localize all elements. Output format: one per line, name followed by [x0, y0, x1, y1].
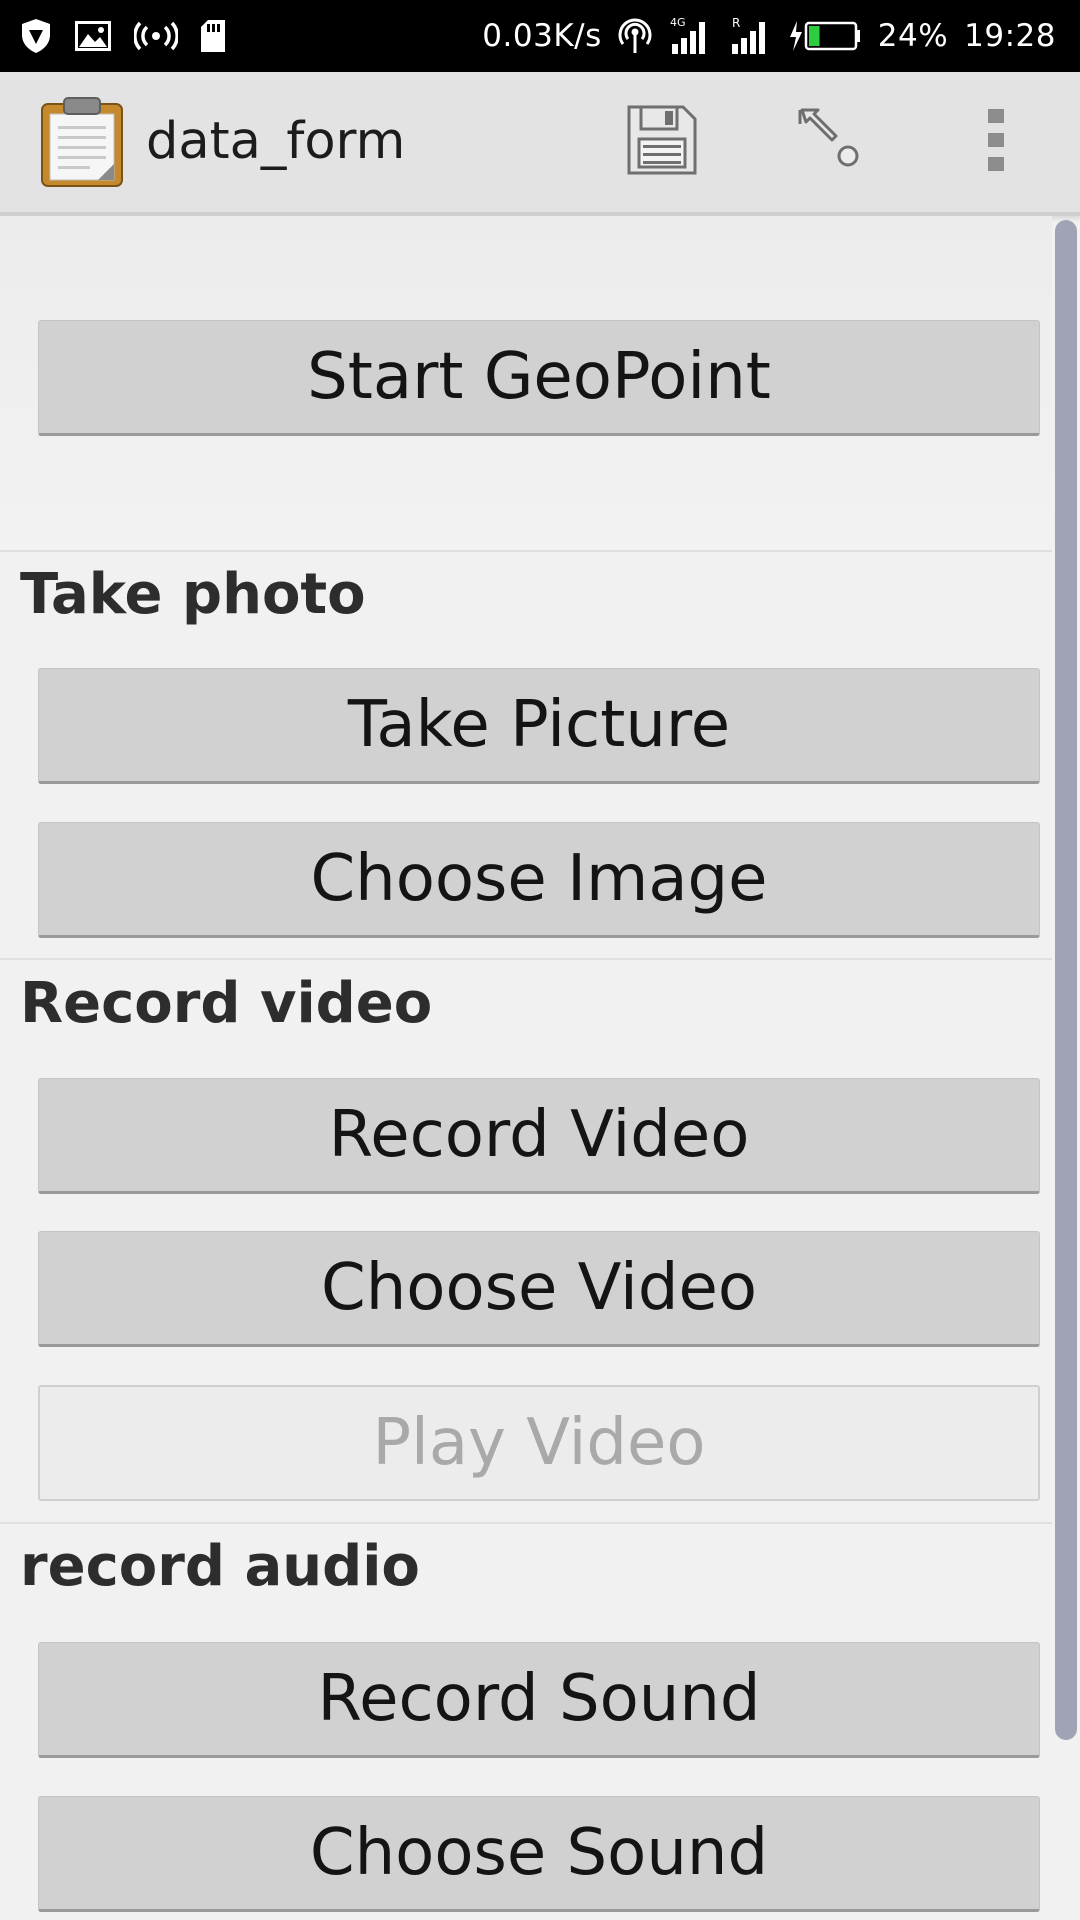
shield-icon [20, 18, 52, 54]
clock: 19:28 [964, 18, 1056, 54]
choose-sound-button[interactable]: Choose Sound [38, 1796, 1040, 1912]
wifi-hotspot-icon [618, 18, 652, 54]
take-photo-label: Take photo [20, 562, 366, 627]
form-content[interactable]: Start GeoPoint Take photo Take Picture C… [0, 216, 1080, 1920]
record-video-button[interactable]: Record Video [38, 1078, 1040, 1194]
sd-card-icon [200, 19, 226, 53]
clipboard-icon [40, 96, 126, 188]
status-bar-notifications [20, 0, 226, 72]
choose-image-button[interactable]: Choose Image [38, 822, 1040, 938]
record-audio-label: record audio [20, 1534, 420, 1599]
status-bar-system: 0.03K/s 4G R 24% 19:28 [482, 0, 1056, 72]
play-video-button[interactable]: Play Video [38, 1385, 1040, 1501]
save-button[interactable] [620, 100, 704, 184]
overflow-menu-icon [984, 107, 1008, 177]
network-type: 4G [670, 16, 686, 29]
record-video-label: Record video [20, 971, 433, 1036]
action-bar: data_form [0, 72, 1080, 216]
save-icon [625, 103, 699, 181]
go-to-prompt-icon [794, 104, 866, 180]
section-divider [0, 550, 1052, 552]
section-divider [0, 1522, 1052, 1524]
scrollbar-thumb[interactable] [1055, 220, 1077, 1740]
record-sound-button[interactable]: Record Sound [38, 1642, 1040, 1758]
start-geopoint-button[interactable]: Start GeoPoint [38, 320, 1040, 436]
signal-roaming-icon: R [728, 16, 772, 56]
choose-video-button[interactable]: Choose Video [38, 1231, 1040, 1347]
page-title: data_form [146, 112, 406, 171]
network-speed: 0.03K/s [482, 18, 602, 54]
signal-4g-icon: 4G [668, 16, 712, 56]
take-picture-button[interactable]: Take Picture [38, 668, 1040, 784]
roaming-indicator: R [732, 16, 740, 30]
overflow-menu-button[interactable] [954, 100, 1038, 184]
image-icon [74, 20, 112, 52]
section-divider [0, 958, 1052, 960]
go-to-prompt-button[interactable] [788, 100, 872, 184]
battery-percent: 24% [877, 18, 949, 54]
status-bar: 0.03K/s 4G R 24% 19:28 [0, 0, 1080, 72]
scrollbar[interactable] [1050, 216, 1080, 1920]
hotspot-icon [134, 21, 178, 51]
battery-charging-icon [788, 19, 862, 53]
